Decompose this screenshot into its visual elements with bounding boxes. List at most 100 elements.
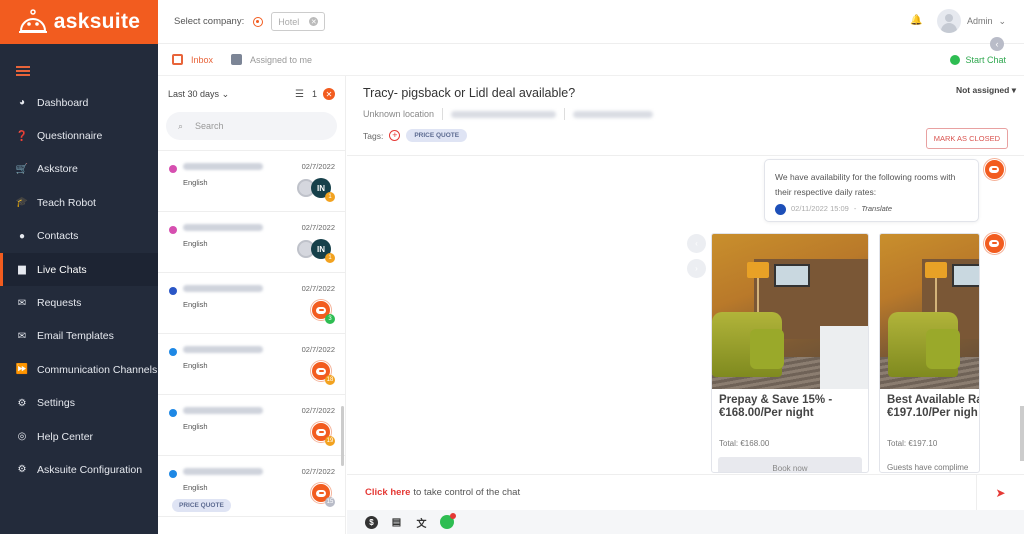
gear-icon: ⚙	[17, 397, 27, 409]
sidebar-item-label: Help Center	[37, 430, 94, 443]
add-company-icon[interactable]	[253, 16, 264, 27]
message-timestamp: 02/11/2022 15:09	[791, 204, 849, 213]
dashboard-icon: ◕	[18, 97, 26, 109]
card-title: Prepay & Save 15% - €168.00/Per night	[712, 389, 868, 420]
channel-icon	[775, 203, 786, 215]
chevron-down-icon: ⌄	[221, 88, 230, 99]
take-control-link[interactable]: Click here	[365, 487, 410, 498]
room-card: Prepay & Save 15% - €168.00/Per night Tot…	[711, 233, 869, 473]
brand-logo[interactable]: asksuite	[0, 0, 158, 44]
envelope-icon: ✉	[17, 330, 27, 342]
sidebar-item-label: Email Templates	[37, 330, 114, 343]
assignment-dropdown[interactable]: Not assigned ▾	[956, 85, 1016, 96]
tags-label: Tags:	[363, 130, 384, 141]
collapse-panel-button[interactable]: ‹	[990, 37, 1004, 51]
translate-icon[interactable]: 文	[415, 516, 428, 530]
dollar-icon[interactable]: $	[365, 515, 378, 529]
message-template-icon[interactable]: ▤	[390, 516, 403, 529]
envelope-open-icon: ✉	[17, 297, 27, 309]
contact-icon: ●	[18, 230, 26, 242]
message-text: We have availability for the following r…	[775, 172, 956, 197]
start-chat-label: Start Chat	[965, 55, 1006, 65]
tag-chip[interactable]: PRICE QUOTE	[406, 129, 468, 142]
bot-avatar-icon	[984, 233, 1005, 254]
sidebar-item-label: Askstore	[37, 163, 78, 176]
search-input[interactable]: ⌕ Search	[166, 112, 337, 140]
sidebar-item-communication-channels[interactable]: ⏩ Communication Channels	[0, 353, 158, 386]
channel-icon	[169, 287, 177, 295]
user-menu[interactable]: Admin ⌄	[936, 9, 1006, 33]
clear-filter-button[interactable]: ✕	[323, 88, 335, 100]
send-icon[interactable]: ➤	[976, 475, 1024, 511]
hamburger-menu-icon[interactable]	[16, 66, 30, 76]
card-title-line: Best Available Ra	[887, 394, 980, 406]
carousel-prev-button[interactable]: ‹	[687, 234, 706, 253]
sidebar-item-label: Live Chats	[37, 263, 87, 276]
sidebar-item-teach-robot[interactable]: 🎓 Teach Robot	[0, 186, 158, 219]
select-company-label: Select company:	[174, 16, 245, 27]
conversation-language: English	[183, 178, 208, 187]
start-chat-button[interactable]: Start Chat	[950, 55, 1006, 65]
filter-icon[interactable]: ☰	[295, 89, 304, 100]
sidebar-item-settings[interactable]: ⚙ Settings	[0, 387, 158, 420]
tab-label: Inbox	[191, 54, 214, 65]
conversation-item[interactable]: English 02/7/2022 3	[158, 273, 345, 334]
contact-location: Unknown location	[363, 109, 435, 119]
book-now-button[interactable]: Book now	[718, 457, 862, 472]
lifebuoy-icon: ◎	[17, 431, 27, 443]
list-scrollbar[interactable]	[341, 406, 344, 466]
sidebar-item-dashboard[interactable]: ◕ Dashboard	[0, 86, 158, 119]
contact-phone-redacted	[573, 110, 654, 118]
conversation-date: 02/7/2022	[301, 345, 335, 354]
room-image	[712, 234, 868, 389]
assigned-user-icon	[231, 54, 243, 65]
question-icon: ❓	[15, 130, 29, 142]
period-label: Last 30 days	[168, 88, 220, 99]
sidebar-item-askstore[interactable]: 🛒 Askstore	[0, 153, 158, 186]
contact-meta: Unknown location	[363, 108, 1008, 120]
conversation-item[interactable]: English 02/7/2022 IN 1	[158, 212, 345, 273]
bot-avatar-icon	[984, 159, 1005, 180]
conversation-item[interactable]: English 02/7/2022 15 PRICE QUOTE	[158, 456, 345, 517]
message-meta: 02/11/2022 15:09 - Translate	[775, 202, 968, 217]
tags-row: Tags: + PRICE QUOTE	[363, 129, 1008, 142]
conversation-date: 02/7/2022	[301, 467, 335, 476]
chat-scrollbar[interactable]	[1020, 406, 1024, 461]
sidebar-item-questionnaire[interactable]: ❓ Questionnaire	[0, 119, 158, 152]
sidebar-item-contacts[interactable]: ● Contacts	[0, 220, 158, 253]
whatsapp-icon[interactable]	[440, 513, 456, 529]
tab-inbox[interactable]: Inbox	[172, 54, 213, 65]
conversation-item[interactable]: English 02/7/2022 18	[158, 334, 345, 395]
sidebar-item-help-center[interactable]: ◎ Help Center	[0, 420, 158, 453]
sub-bar: Inbox Assigned to me ‹ Start Chat	[158, 37, 1024, 76]
sidebar-item-label: Teach Robot	[37, 196, 96, 209]
sidebar-item-label: Requests	[37, 297, 82, 310]
tab-label: Assigned to me	[250, 54, 313, 65]
period-dropdown[interactable]: Last 30 days ⌄	[168, 89, 229, 100]
clear-company-icon[interactable]: ✕	[309, 17, 319, 26]
unread-badge: 1	[325, 192, 335, 202]
carousel-next-button[interactable]: ›	[687, 259, 706, 278]
search-placeholder: Search	[195, 121, 224, 131]
tag-chip: PRICE QUOTE	[172, 499, 231, 512]
card-total: Total: €168.00	[719, 439, 770, 448]
translate-link[interactable]: Translate	[861, 202, 892, 217]
notification-bell-icon[interactable]: 🔔	[910, 15, 922, 26]
mark-as-closed-button[interactable]: MARK AS CLOSED	[925, 128, 1008, 149]
conversation-date: 02/7/2022	[301, 223, 335, 232]
sidebar-item-label: Asksuite Configuration	[37, 463, 143, 476]
sidebar-item-asksuite-configuration[interactable]: ⚙ Asksuite Configuration	[0, 453, 158, 486]
conversation-item[interactable]: English 02/7/2022 IN 1	[158, 151, 345, 212]
list-header: Last 30 days ⌄ ☰ 1 ✕	[158, 76, 345, 112]
sidebar-item-email-templates[interactable]: ✉ Email Templates	[0, 320, 158, 353]
tab-assigned-to-me[interactable]: Assigned to me	[231, 54, 312, 65]
brand-name: asksuite	[53, 10, 141, 33]
conversation-item[interactable]: English 02/7/2022 19	[158, 395, 345, 456]
add-tag-icon[interactable]: +	[389, 130, 401, 141]
sidebar: asksuite ◕ Dashboard ❓ Questionnaire 🛒 Asks…	[0, 0, 158, 534]
sidebar-item-label: Communication Channels	[37, 363, 158, 376]
company-selector[interactable]: Hotel ✕	[271, 12, 326, 31]
sidebar-item-requests[interactable]: ✉ Requests	[0, 286, 158, 319]
sidebar-item-live-chats[interactable]: ▆ Live Chats	[0, 252, 158, 287]
chat-panel: Tracy- pigsback or Lidl deal available? …	[347, 76, 1024, 534]
